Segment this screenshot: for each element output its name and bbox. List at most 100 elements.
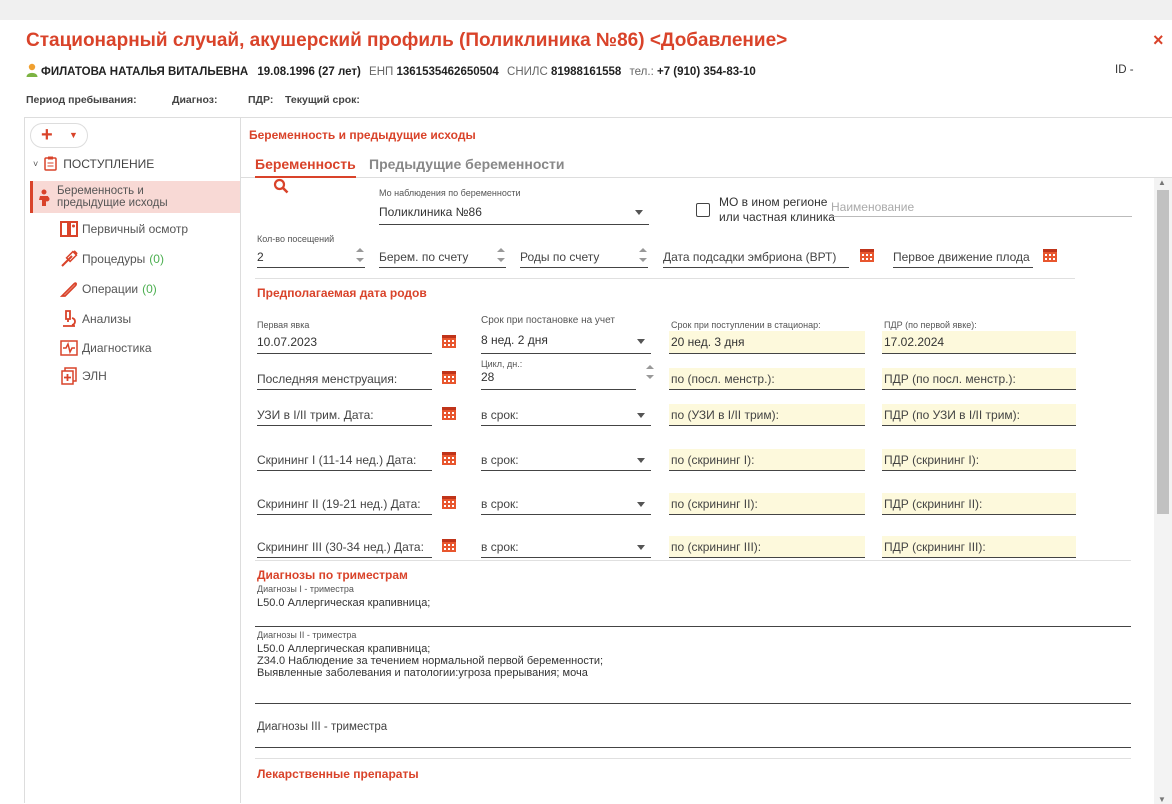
term-admission-value: 20 нед. 3 дня xyxy=(671,335,745,349)
calendar-icon[interactable] xyxy=(441,494,457,510)
sidebar-item-label: Анализы xyxy=(82,312,132,326)
mo-select[interactable]: Поликлиника №86 xyxy=(379,205,482,219)
document-plus-icon xyxy=(61,367,77,385)
calendar-icon[interactable] xyxy=(441,333,457,349)
term-select[interactable]: в срок: xyxy=(481,408,519,422)
first-visit-caption: Первая явка xyxy=(257,320,310,330)
diag2-line: Z34.0 Наблюдение за течением нормальной … xyxy=(257,655,604,667)
screening-date-input[interactable]: Скрининг II (19-21 нед.) Дата: xyxy=(257,497,421,511)
scrollbar[interactable]: ▲ ▼ xyxy=(1154,178,1172,804)
other-region-checkbox[interactable] xyxy=(696,203,710,217)
cycle-stepper[interactable] xyxy=(646,365,654,385)
term-by-value: по (скрининг I): xyxy=(671,453,755,467)
sidebar-item-eln[interactable]: ЭЛН xyxy=(30,360,240,392)
sidebar-item-label-line1: Беременность и xyxy=(57,185,144,197)
pregnancy-count-input[interactable]: Берем. по счету xyxy=(379,250,468,264)
diag2-textarea[interactable]: L50.0 Аллергическая крапивница; Z34.0 На… xyxy=(257,643,603,679)
sidebar-item-pregnancy[interactable]: Беременность и предыдущие исходы xyxy=(30,181,240,213)
sidebar-item-label: Беременность и предыдущие исходы xyxy=(57,185,168,209)
calendar-icon[interactable] xyxy=(859,247,875,263)
pregnant-icon xyxy=(39,189,50,206)
embryo-date-input[interactable]: Дата подсадки эмбриона (ВРТ) xyxy=(663,250,836,264)
cardiogram-icon xyxy=(60,340,78,356)
period-label: Период пребывания: xyxy=(26,94,137,106)
calendar-icon[interactable] xyxy=(1042,247,1058,263)
microscope-icon xyxy=(63,310,76,327)
diagnosis-label: Диагноз: xyxy=(172,94,218,106)
births-count-input[interactable]: Роды по счету xyxy=(520,250,599,264)
term-select[interactable]: в срок: xyxy=(481,540,519,554)
add-button[interactable]: + ▼ xyxy=(30,123,88,148)
chevron-down-icon xyxy=(635,210,643,215)
patient-avatar-icon xyxy=(26,63,38,77)
phone-label: тел.: xyxy=(629,66,654,78)
search-icon[interactable] xyxy=(273,178,289,194)
pdr-menstruation-value: ПДР (по посл. менстр.): xyxy=(884,372,1016,386)
sidebar-item-initial-exam[interactable]: Первичный осмотр xyxy=(30,213,240,245)
enp-label: ЕНП xyxy=(369,66,394,78)
births-count-stepper[interactable] xyxy=(639,248,647,264)
calendar-icon[interactable] xyxy=(441,537,457,553)
scroll-up-icon[interactable]: ▲ xyxy=(1158,178,1166,187)
other-region-label: МО в ином регионе или частная клиника xyxy=(719,195,835,225)
sidebar: + ▼ ˅ ПОСТУПЛЕНИЕ Беременность и предыдущи… xyxy=(24,117,241,803)
visits-stepper[interactable] xyxy=(356,248,364,264)
close-icon[interactable]: × xyxy=(1153,30,1164,51)
sidebar-item-label: Операции xyxy=(82,282,139,296)
operations-count: (0) xyxy=(142,282,157,296)
clinic-name-input[interactable]: Наименование xyxy=(831,200,914,214)
first-visit-input[interactable]: 10.07.2023 xyxy=(257,335,317,349)
pdr-value: ПДР (скрининг I): xyxy=(884,453,980,467)
screening-date-input[interactable]: Скрининг III (30-34 нед.) Дата: xyxy=(257,540,424,554)
term-admission-caption: Срок при поступлении в стационар: xyxy=(671,320,821,330)
pdr-first-visit-caption: ПДР (по первой явке): xyxy=(884,320,977,330)
calendar-icon[interactable] xyxy=(441,369,457,385)
term-by-value: по (скрининг II): xyxy=(671,497,758,511)
sidebar-group-admission[interactable]: ˅ ПОСТУПЛЕНИЕ xyxy=(33,156,154,171)
visits-caption: Кол-во посещений xyxy=(257,234,335,244)
sidebar-item-procedures[interactable]: Процедуры (0) xyxy=(30,243,240,275)
patient-dob: 19.08.1996 (27 лет) xyxy=(257,66,361,78)
last-menstruation-input[interactable]: Последняя менструация: xyxy=(257,372,397,386)
chevron-down-icon xyxy=(637,502,645,507)
first-movement-input[interactable]: Первое движение плода xyxy=(893,250,1030,264)
pdr-label: ПДР: xyxy=(248,94,274,106)
chevron-down-icon: ˅ xyxy=(33,158,39,169)
pdr-value: ПДР (скрининг II): xyxy=(884,497,983,511)
tab-bar: Беременность Предыдущие беременности xyxy=(241,150,1172,178)
tab-previous-pregnancies[interactable]: Предыдущие беременности xyxy=(369,156,564,172)
sidebar-item-label: Процедуры xyxy=(82,252,146,266)
calendar-icon[interactable] xyxy=(441,405,457,421)
add-label: + xyxy=(41,124,53,146)
diag1-textarea[interactable]: L50.0 Аллергическая крапивница; xyxy=(257,597,430,609)
visits-input[interactable]: 2 xyxy=(257,250,264,264)
chevron-down-icon xyxy=(637,339,645,344)
diag3-textarea[interactable]: Диагнозы III - триместра xyxy=(257,721,387,733)
patient-name: ФИЛАТОВА НАТАЛЬЯ ВИТАЛЬЕВНА xyxy=(41,66,249,78)
other-region-label-line2: или частная клиника xyxy=(719,210,835,224)
main-panel: Беременность и предыдущие исходы Беремен… xyxy=(241,117,1172,804)
patient-snils: 81988161558 xyxy=(550,66,622,78)
syringe-icon xyxy=(61,250,78,267)
pdr-first-visit-value: 17.02.2024 xyxy=(884,335,945,349)
chevron-down-icon xyxy=(637,413,645,418)
scrollbar-thumb[interactable] xyxy=(1157,190,1169,514)
term-registration-select[interactable]: 8 нед. 2 дня xyxy=(481,333,548,347)
pregnancy-count-stepper[interactable] xyxy=(497,248,505,264)
tab-pregnancy[interactable]: Беременность xyxy=(255,156,356,178)
screening-date-input[interactable]: УЗИ в I/II трим. Дата: xyxy=(257,408,374,422)
sidebar-item-analyses[interactable]: Анализы xyxy=(30,303,240,335)
sidebar-item-label: ЭЛН xyxy=(82,369,107,383)
sidebar-item-operations[interactable]: Операции (0) xyxy=(30,273,240,305)
sidebar-item-label-line2: предыдущие исходы xyxy=(57,197,168,209)
diag1-caption: Диагнозы I - триместра xyxy=(257,584,354,594)
drugs-title: Лекарственные препараты xyxy=(257,767,419,781)
patient-info: ФИЛАТОВА НАТАЛЬЯ ВИТАЛЬЕВНА 19.08.1996 (… xyxy=(26,63,756,78)
screening-date-input[interactable]: Скрининг I (11-14 нед.) Дата: xyxy=(257,453,416,467)
calendar-icon[interactable] xyxy=(441,450,457,466)
current-term-label: Текущий срок: xyxy=(285,94,360,106)
term-select[interactable]: в срок: xyxy=(481,497,519,511)
cycle-input[interactable]: 28 xyxy=(481,370,494,384)
patient-phone: +7 (910) 354-83-10 xyxy=(657,66,756,78)
term-select[interactable]: в срок: xyxy=(481,453,519,467)
